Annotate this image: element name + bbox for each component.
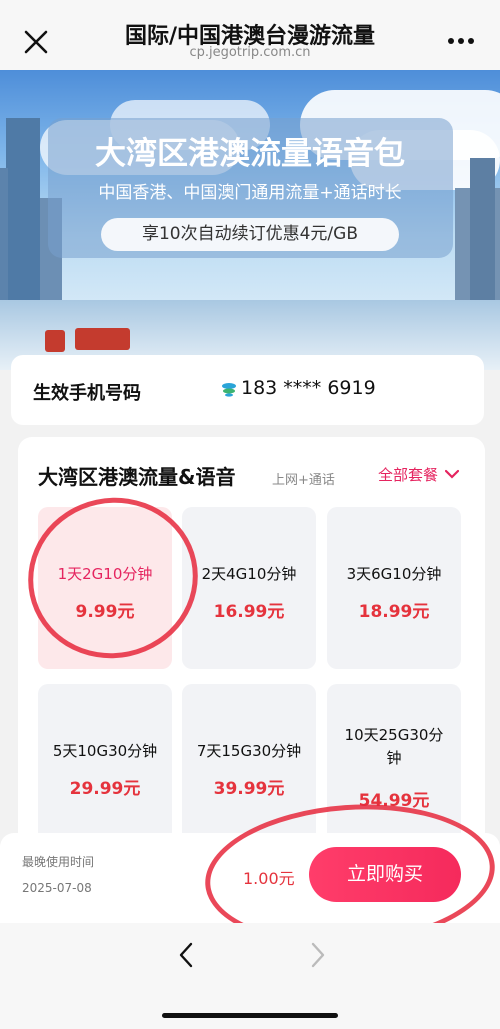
banner-headline: 大湾区港澳流量语音包	[95, 136, 405, 172]
plan-price: 18.99元	[358, 602, 430, 622]
plan-name: 3天6G10分钟	[346, 565, 442, 583]
phone-label: 生效手机号码	[33, 383, 141, 404]
phone-number: 183 **** 6919	[241, 377, 376, 399]
plan-card-2[interactable]: 2天4G10分钟 16.99元	[182, 507, 316, 669]
all-plans-link[interactable]: 全部套餐	[378, 464, 438, 485]
plan-price: 16.99元	[213, 602, 285, 622]
plan-card-4[interactable]: 5天10G30分钟 29.99元	[38, 684, 172, 846]
plan-price: 29.99元	[69, 779, 141, 799]
plans-title: 大湾区港澳流量&语音	[38, 465, 236, 489]
deadline-date: 2025-07-08	[22, 881, 92, 895]
plan-price: 39.99元	[213, 779, 285, 799]
home-indicator	[162, 1013, 338, 1018]
deadline-label: 最晚使用时间	[22, 855, 95, 869]
back-arrow-icon[interactable]	[176, 941, 198, 969]
plans-tag: 上网+通话	[272, 473, 335, 488]
sim-card-icon	[222, 383, 236, 397]
plan-name: 2天4G10分钟	[201, 565, 297, 583]
browser-nav-bar	[0, 923, 500, 1029]
chevron-down-icon[interactable]	[445, 469, 459, 479]
plan-card-3[interactable]: 3天6G10分钟 18.99元	[327, 507, 461, 669]
top-bar: 国际/中国港澳台漫游流量 cp.jegotrip.com.cn	[0, 0, 500, 70]
plan-name: 10天25G30分钟	[344, 726, 444, 767]
plan-name: 7天15G30分钟	[196, 742, 302, 760]
boat-decoration	[45, 330, 65, 352]
plan-name: 5天10G30分钟	[52, 742, 158, 760]
forward-arrow-icon[interactable]	[306, 941, 328, 969]
banner-subline: 中国香港、中国澳门通用流量+通话时长	[98, 183, 402, 203]
promo-pill: 享10次自动续订优惠4元/GB	[101, 218, 399, 251]
page-url: cp.jegotrip.com.cn	[189, 45, 311, 60]
boat-decoration	[75, 328, 130, 350]
phone-number-card[interactable]: 生效手机号码 183 **** 6919	[11, 355, 484, 425]
more-icon[interactable]	[446, 34, 476, 48]
